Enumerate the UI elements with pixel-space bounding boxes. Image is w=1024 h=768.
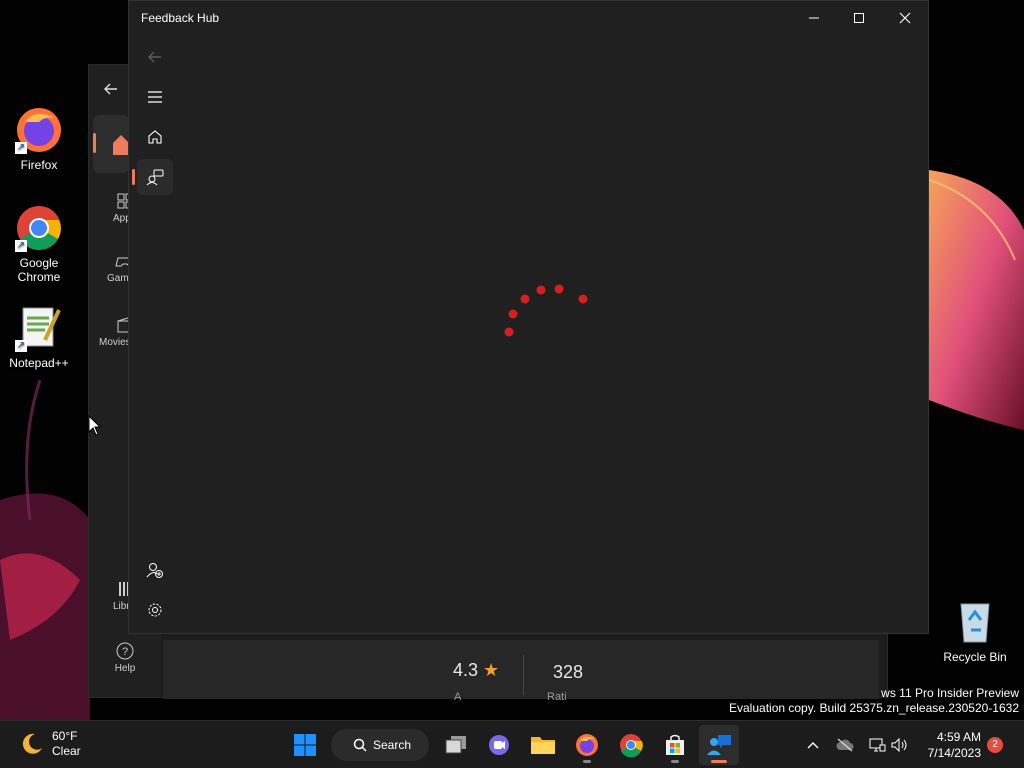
- weather-condition: Clear: [52, 744, 81, 758]
- svg-text:?: ?: [122, 646, 128, 658]
- firefox-icon: ↗: [15, 106, 63, 154]
- running-indicator: [711, 760, 727, 763]
- search-icon: [353, 738, 367, 752]
- rating-count-caption: Rati: [547, 691, 567, 703]
- chrome-icon: [620, 734, 643, 757]
- desktop-icon-label: Notepad++: [9, 356, 69, 370]
- start-button[interactable]: [285, 725, 325, 765]
- speaker-icon: [891, 738, 907, 752]
- cloud-offline-icon: [836, 738, 854, 752]
- nav-label: Help: [114, 663, 136, 674]
- clock-date: 7/14/2023: [927, 746, 981, 760]
- taskbar-search[interactable]: Search: [331, 729, 429, 761]
- chevron-up-icon: [807, 742, 819, 749]
- weather-widget[interactable]: 60°F Clear: [18, 729, 81, 759]
- loading-spinner: [504, 284, 588, 337]
- search-label: Search: [373, 738, 412, 752]
- feedback-hub-icon: [707, 735, 731, 755]
- desktop-icon-label: Recycle Bin: [943, 650, 1007, 664]
- feedback-hub-window[interactable]: Feedback Hub: [128, 0, 929, 634]
- chrome-taskbar-button[interactable]: [611, 725, 651, 765]
- back-icon[interactable]: [103, 81, 119, 102]
- shortcut-arrow-icon: ↗: [15, 340, 27, 352]
- desktop-icon-recycle-bin[interactable]: Recycle Bin: [937, 598, 1013, 664]
- network-tray-button[interactable]: [866, 735, 888, 755]
- notepadpp-icon: ↗: [15, 304, 63, 352]
- folder-icon: [531, 737, 555, 754]
- divider: [523, 655, 524, 695]
- mouse-cursor-icon: [88, 415, 102, 436]
- task-view-icon: [445, 736, 466, 754]
- taskbar: 60°F Clear Search 4:59 AM 7/14/2023 2: [0, 720, 1024, 768]
- recycle-bin-icon: [951, 598, 999, 646]
- watermark-build: Evaluation copy. Build 25375.zn_release.…: [729, 701, 1019, 715]
- rating-value: 4.3: [453, 660, 479, 680]
- nav-help[interactable]: ? Help: [93, 641, 157, 674]
- nav-home[interactable]: [93, 115, 129, 173]
- desktop-icon-chrome[interactable]: ↗ Google Chrome: [1, 204, 77, 284]
- shortcut-arrow-icon: ↗: [15, 142, 27, 154]
- rating-count: 328: [553, 662, 584, 682]
- watermark-edition: ws 11 Pro Insider Preview: [881, 686, 1019, 700]
- help-icon: ?: [116, 642, 134, 660]
- shortcut-arrow-icon: ↗: [15, 240, 27, 252]
- feedback-hub-taskbar-button[interactable]: [699, 725, 739, 765]
- network-icon: [869, 738, 886, 752]
- firefox-icon: [576, 734, 598, 756]
- onedrive-tray-button[interactable]: [834, 735, 856, 755]
- home-icon: [113, 133, 129, 160]
- settings-icon: [148, 603, 162, 617]
- rating-caption: A: [454, 691, 462, 703]
- notification-badge[interactable]: 2: [987, 737, 1003, 753]
- weather-temperature: 60°F: [52, 729, 78, 743]
- store-rating-panel: [163, 640, 879, 699]
- desktop-icon-notepadpp[interactable]: ↗ Notepad++: [1, 304, 77, 370]
- settings-button[interactable]: [137, 592, 173, 628]
- chrome-icon: ↗: [15, 204, 63, 252]
- chat-icon: [489, 735, 509, 755]
- star-icon: ★: [483, 660, 500, 680]
- chat-button[interactable]: [479, 725, 519, 765]
- volume-tray-button[interactable]: [889, 735, 911, 755]
- clock-time: 4:59 AM: [936, 730, 981, 744]
- app-rating: 4.3 ★: [453, 660, 499, 681]
- running-indicator: [583, 760, 591, 763]
- taskbar-clock[interactable]: 4:59 AM 7/14/2023: [928, 729, 981, 761]
- show-hidden-icons-button[interactable]: [802, 735, 824, 755]
- firefox-taskbar-button[interactable]: [567, 725, 607, 765]
- desktop-icon-firefox[interactable]: ↗ Firefox: [1, 106, 77, 172]
- moon-icon: [22, 733, 42, 754]
- task-view-button[interactable]: [436, 725, 476, 765]
- add-account-button[interactable]: [137, 552, 173, 588]
- desktop-icon-label: Google Chrome: [17, 256, 61, 284]
- store-icon: [666, 734, 684, 755]
- add-account-icon: [146, 563, 163, 578]
- store-taskbar-button[interactable]: [655, 725, 695, 765]
- desktop-icon-label: Firefox: [20, 158, 58, 172]
- windows-logo-icon: [294, 734, 316, 756]
- file-explorer-button[interactable]: [523, 725, 563, 765]
- running-indicator: [671, 760, 679, 763]
